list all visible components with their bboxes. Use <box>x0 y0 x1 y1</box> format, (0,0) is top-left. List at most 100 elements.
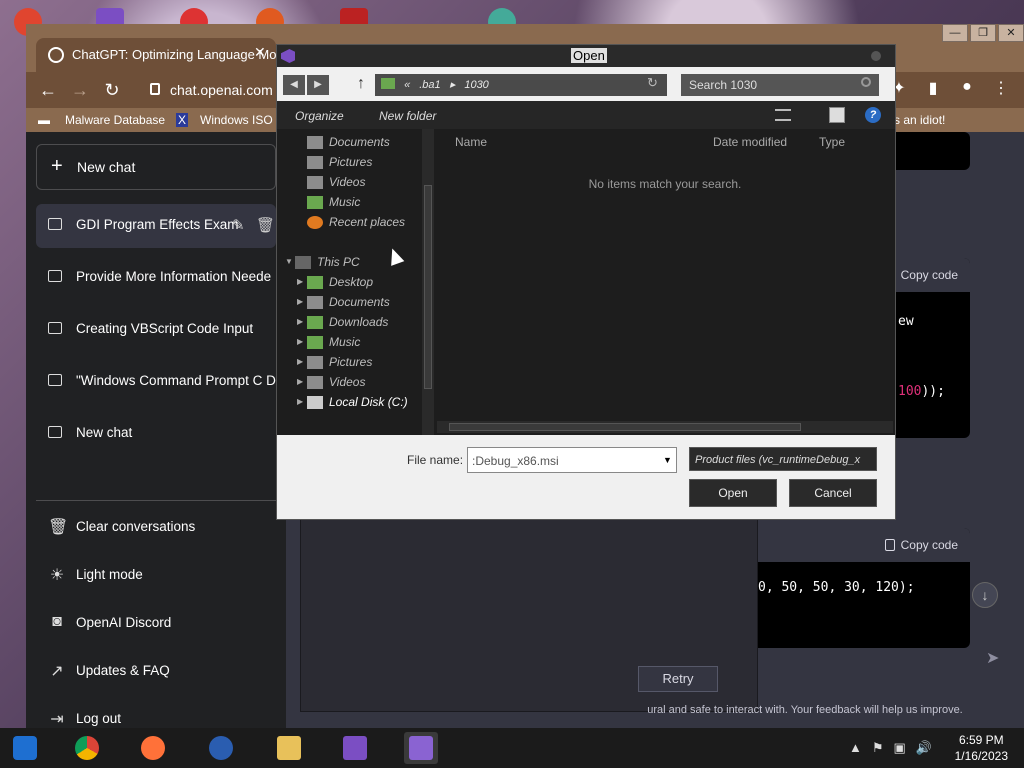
horizontal-scrollbar[interactable] <box>437 421 893 433</box>
plus-icon: + <box>51 155 63 177</box>
music-folder-icon <box>307 336 323 349</box>
path-segment[interactable]: .ba1 <box>419 79 440 91</box>
log-out-button[interactable]: ⇥ Log out <box>36 698 276 728</box>
column-header-date-modified[interactable]: Date modified <box>713 135 787 149</box>
up-folder-icon[interactable]: ↑ <box>357 75 365 93</box>
nav-item-local-disk[interactable]: ▶ Local Disk (C:) <box>297 395 408 415</box>
taskbar-app-icon[interactable] <box>204 732 238 764</box>
edit-pencil-icon[interactable]: ✎ <box>232 216 245 234</box>
taskbar-clock[interactable]: 6:59 PM 1/16/2023 <box>955 732 1008 764</box>
search-icon[interactable] <box>861 77 871 87</box>
help-icon[interactable]: ? <box>865 107 881 123</box>
nav-item-music-pc[interactable]: ▶ Music <box>297 335 360 355</box>
chat-bubble-icon <box>48 322 62 334</box>
open-button[interactable]: Open <box>689 479 777 507</box>
nav-item-desktop[interactable]: ▶ Desktop <box>297 275 373 295</box>
menu-dots-icon[interactable]: ⋮ <box>990 78 1012 100</box>
send-icon[interactable]: ➤ <box>986 648 999 668</box>
taskbar-firefox-icon[interactable] <box>136 732 170 764</box>
dialog-back-icon[interactable]: ◀ <box>283 75 305 95</box>
action-label: Clear conversations <box>76 519 196 534</box>
profile-avatar-icon[interactable]: ● <box>956 78 978 100</box>
file-list: Name Date modified Type No items match y… <box>437 129 893 435</box>
dialog-forward-icon[interactable]: ▶ <box>307 75 329 95</box>
cancel-button[interactable]: Cancel <box>789 479 877 507</box>
tray-expand-icon[interactable]: ▲ <box>849 740 862 756</box>
bookmark-partial[interactable]: s an idiot! <box>894 113 945 127</box>
taskbar-visual-studio-icon[interactable] <box>338 732 372 764</box>
nav-item-documents-pc[interactable]: ▶ Documents <box>297 295 390 315</box>
network-icon[interactable]: ▣ <box>894 740 906 756</box>
bookmark-windows-iso[interactable]: Windows ISO <box>200 113 273 127</box>
new-chat-button[interactable]: + New chat <box>36 144 276 190</box>
nav-item-downloads[interactable]: ▶ Downloads <box>297 315 388 335</box>
chat-item-new[interactable]: New chat <box>36 412 276 456</box>
preview-pane-icon[interactable] <box>829 107 845 123</box>
volume-icon[interactable]: 🔊 <box>916 740 932 756</box>
maximize-button[interactable]: ❐ <box>970 24 996 42</box>
forward-arrow-icon[interactable]: → <box>68 78 92 102</box>
chat-item-gdi[interactable]: GDI Program Effects Exam ✎ 🗑 <box>36 204 276 248</box>
organize-button[interactable]: Organize <box>295 109 344 123</box>
nav-item-pictures-pc[interactable]: ▶ Pictures <box>297 355 372 375</box>
clear-conversations-button[interactable]: 🗑 Clear conversations <box>36 506 276 550</box>
file-name-input[interactable]: :Debug_x86.msi <box>467 447 677 473</box>
taskbar-chrome-icon[interactable] <box>70 732 104 764</box>
system-tray: ▲ ⚑ ▣ 🔊 <box>849 740 932 756</box>
chevron-down-icon[interactable]: ▼ <box>663 455 672 465</box>
address-bar[interactable]: chat.openai.com <box>142 77 292 103</box>
bookmark-malware-database[interactable]: Malware Database <box>65 113 165 127</box>
flag-icon[interactable]: ⚑ <box>872 740 884 756</box>
nav-item-pictures[interactable]: Pictures <box>307 155 372 175</box>
reload-icon[interactable]: ↻ <box>100 78 124 102</box>
openai-discord-link[interactable]: ◙ OpenAI Discord <box>36 602 276 646</box>
taskbar-file-explorer-icon[interactable] <box>272 732 306 764</box>
side-panel-icon[interactable]: ▮ <box>922 78 944 100</box>
back-arrow-icon[interactable]: ← <box>36 78 60 102</box>
code-line: ew <box>898 314 914 329</box>
file-type-select[interactable]: Product files (vc_runtimeDebug_x <box>689 447 877 471</box>
nav-item-videos-pc[interactable]: ▶ Videos <box>297 375 365 395</box>
drive-icon <box>307 396 323 409</box>
trash-icon[interactable]: 🗑 <box>256 216 275 234</box>
nav-item-recent-places[interactable]: Recent places <box>307 215 405 235</box>
browser-tab[interactable]: ChatGPT: Optimizing Language Mo <box>36 38 276 72</box>
column-header-name[interactable]: Name <box>455 135 487 149</box>
copy-code-button[interactable]: Copy code <box>884 538 958 552</box>
scroll-thumb[interactable] <box>424 185 432 389</box>
code-block-2: Copy code 0, 50, 50, 30, 120); <box>748 528 970 648</box>
path-breadcrumb[interactable]: « .ba1 ▸ 1030 <box>375 74 667 96</box>
chat-item-provide-info[interactable]: Provide More Information Neede <box>36 256 276 300</box>
refresh-icon[interactable]: ↻ <box>647 75 658 91</box>
search-input[interactable]: Search 1030 <box>681 74 879 96</box>
dialog-close-button[interactable] <box>871 51 881 61</box>
close-button[interactable]: ✕ <box>998 24 1024 42</box>
collapse-arrow-icon: ▼ <box>285 257 293 266</box>
tab-close-icon[interactable]: ✕ <box>254 44 266 61</box>
trash-icon: 🗑 <box>48 519 69 536</box>
path-segment[interactable]: 1030 <box>464 79 488 91</box>
start-button[interactable] <box>8 732 42 764</box>
action-label: Updates & FAQ <box>76 663 170 678</box>
nav-item-this-pc[interactable]: ▼ This PC <box>285 255 360 275</box>
code-number: 100 <box>898 384 922 399</box>
minimize-button[interactable]: — <box>942 24 968 42</box>
copy-code-button[interactable]: Copy code <box>901 268 958 282</box>
nav-pane-scrollbar[interactable] <box>422 129 434 435</box>
new-folder-button[interactable]: New folder <box>379 109 436 123</box>
x-logo-icon: X <box>176 113 189 127</box>
external-link-icon: ↗ <box>50 663 64 680</box>
view-options-icon[interactable] <box>775 109 791 121</box>
retry-button[interactable]: Retry <box>638 666 718 692</box>
updates-faq-link[interactable]: ↗ Updates & FAQ <box>36 650 276 694</box>
taskbar-visual-studio-active-icon[interactable] <box>404 732 438 764</box>
scroll-thumb[interactable] <box>449 423 801 431</box>
nav-item-videos[interactable]: Videos <box>307 175 365 195</box>
nav-item-music[interactable]: Music <box>307 195 360 215</box>
scroll-down-icon[interactable]: ↓ <box>972 582 998 608</box>
nav-item-documents[interactable]: Documents <box>307 135 390 155</box>
light-mode-button[interactable]: ☀ Light mode <box>36 554 276 598</box>
chat-item-vbscript[interactable]: Creating VBScript Code Input <box>36 308 276 352</box>
chat-item-cmd[interactable]: "Windows Command Prompt C D <box>36 360 276 404</box>
column-header-type[interactable]: Type <box>819 135 845 149</box>
